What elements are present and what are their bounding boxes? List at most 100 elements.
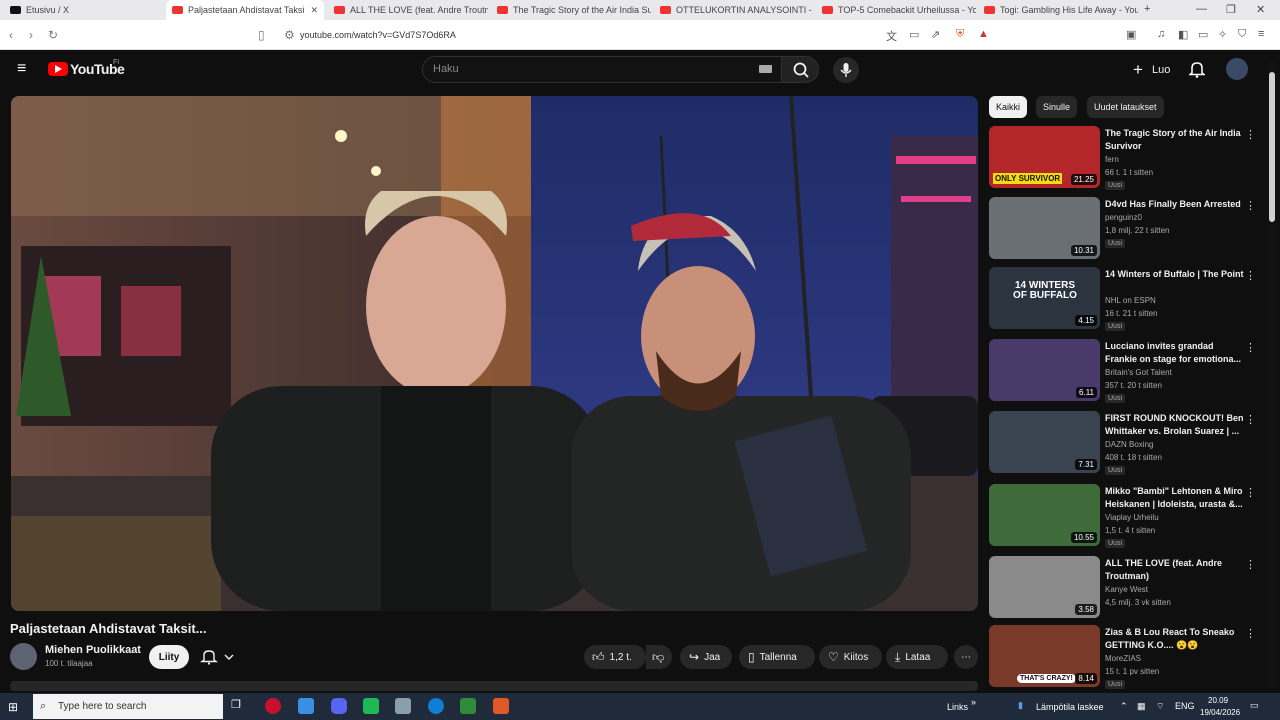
task-view-icon[interactable]: ❐ [231, 698, 247, 714]
rec-channel[interactable]: MoreZIAS [1105, 654, 1141, 663]
create-button[interactable]: Luo [1152, 64, 1170, 76]
panel-icon[interactable]: ◧ [1178, 28, 1188, 41]
site-info-icon[interactable]: ⚙ [284, 28, 295, 42]
list-item[interactable]: ONLY SURVIVOR 21.25 The Tragic Story of … [989, 126, 1265, 190]
chip-for-you[interactable]: Sinulle [1036, 96, 1078, 118]
weather-text[interactable]: Lämpötila laskee [1036, 702, 1104, 712]
edge-icon[interactable] [428, 698, 444, 714]
list-item[interactable]: 10.55 Mikko "Bambi" Lehtonen & Miro Heis… [989, 484, 1265, 548]
subscription-bell-button[interactable] [197, 645, 243, 669]
app-green-icon[interactable] [363, 698, 379, 714]
rec-title[interactable]: Mikko "Bambi" Lehtonen & Miro Heiskanen … [1105, 485, 1245, 510]
download-button[interactable]: ⤓ Lataa [886, 645, 948, 669]
rec-channel[interactable]: Kanye West [1105, 585, 1148, 594]
list-item[interactable]: 14 WINTERS OF BUFFALO 4.15 14 Winters of… [989, 267, 1265, 331]
network-icon[interactable]: ▦ [1137, 701, 1146, 712]
list-item[interactable]: 10.31 D4vd Has Finally Been Arrested pen… [989, 197, 1265, 261]
forward-icon[interactable]: › [29, 28, 33, 42]
description-box[interactable] [10, 681, 978, 691]
tab-ottelukortin[interactable]: OTTELUKORTIN ANALYSOINTI - YouT... [654, 0, 814, 20]
video-thumbnail[interactable]: THAT'S CRAZY! 8.14 [989, 625, 1100, 687]
more-options-icon[interactable]: ⋮ [1245, 413, 1256, 426]
more-actions-button[interactable]: ⋯ [954, 645, 978, 669]
chip-all[interactable]: Kaikki [989, 96, 1028, 118]
tab-all-the-love[interactable]: ALL THE LOVE (feat. Andre Troutman ... [328, 0, 488, 20]
list-item[interactable]: 6.11 Lucciano invites grandad Frankie on… [989, 339, 1265, 403]
cast-icon[interactable]: ▭ [909, 28, 919, 41]
windows-start-icon[interactable]: ⊞ [8, 700, 18, 714]
video-thumbnail[interactable]: 3.58 [989, 556, 1100, 618]
channel-avatar[interactable] [10, 643, 37, 670]
more-options-icon[interactable]: ⋮ [1245, 558, 1256, 571]
close-tab-icon[interactable]: ✕ [304, 5, 318, 16]
join-button[interactable]: Liity [149, 645, 189, 669]
keyboard-icon[interactable] [759, 65, 772, 73]
more-options-icon[interactable]: ⋮ [1245, 486, 1256, 499]
bookmark-icon[interactable]: ▯ [258, 28, 265, 42]
chip-new-uploads[interactable]: Uudet lataukset [1087, 96, 1164, 118]
like-button[interactable]: 👍︎ 1,2 t. [584, 645, 646, 669]
chevron-icon[interactable]: » [971, 697, 976, 707]
scrollbar-thumb[interactable] [1269, 72, 1275, 222]
notifications-bell-icon[interactable] [1187, 60, 1207, 83]
tab-air-india[interactable]: The Tragic Story of the Air India Surv..… [491, 0, 651, 20]
brave-shield-icon[interactable]: ⛨ [956, 28, 964, 41]
search-input[interactable] [422, 56, 782, 83]
rec-title[interactable]: ALL THE LOVE (feat. Andre Troutman) [1105, 557, 1245, 582]
menu-icon[interactable]: ≡ [1258, 28, 1264, 40]
clock-date[interactable]: 19/04/2026 [1200, 708, 1240, 717]
more-options-icon[interactable]: ⋮ [1245, 341, 1256, 354]
channel-name[interactable]: Miehen Puolikkaat [45, 644, 141, 656]
rec-channel[interactable]: DAZN Boxing [1105, 440, 1153, 449]
tab-top5[interactable]: TOP-5 Comebackit Urheilussa - YouT... [816, 0, 976, 20]
rec-channel[interactable]: Viaplay Urheilu [1105, 513, 1159, 522]
clock-time[interactable]: 20.09 [1208, 696, 1228, 705]
brave-rewards-icon[interactable]: ▲ [978, 28, 989, 40]
rec-title[interactable]: 14 Winters of Buffalo | The Point [1105, 268, 1245, 281]
wallet-icon[interactable]: ▭ [1198, 28, 1208, 41]
list-item[interactable]: 7.31 FIRST ROUND KNOCKOUT! Ben Whittaker… [989, 411, 1265, 475]
rec-title[interactable]: D4vd Has Finally Been Arrested [1105, 198, 1245, 211]
video-thumbnail[interactable]: 10.31 [989, 197, 1100, 259]
vpn-icon[interactable]: ⛉ [1238, 28, 1246, 41]
rec-channel[interactable]: fern [1105, 155, 1119, 164]
app-play-icon[interactable] [460, 698, 476, 714]
opera-icon[interactable] [265, 698, 281, 714]
extensions-icon[interactable]: ✧ [1218, 28, 1227, 41]
hamburger-menu-icon[interactable]: ≡ [17, 60, 26, 78]
rec-title[interactable]: Zias & B Lou React To Sneako GETTING K.O… [1105, 626, 1245, 651]
minimize-icon[interactable]: — [1196, 3, 1207, 15]
rec-title[interactable]: FIRST ROUND KNOCKOUT! Ben Whittaker vs. … [1105, 412, 1245, 437]
video-thumbnail[interactable]: 7.31 [989, 411, 1100, 473]
save-button[interactable]: ▯ Tallenna [739, 645, 815, 669]
thanks-button[interactable]: ♡ Kiitos [819, 645, 882, 669]
video-thumbnail[interactable]: 6.11 [989, 339, 1100, 401]
share-icon[interactable]: ⇗ [931, 28, 940, 41]
tab-active-video[interactable]: Paljastetaan Ahdistavat Taksit - ... ✕ [166, 0, 324, 20]
tab-togi[interactable]: Togi: Gambling His Life Away - YouT... [978, 0, 1138, 20]
reload-icon[interactable]: ↻ [48, 28, 58, 42]
rec-title[interactable]: The Tragic Story of the Air India Surviv… [1105, 127, 1245, 152]
tab-x[interactable]: Etusivu / X [4, 0, 162, 20]
language-indicator[interactable]: ENG [1175, 701, 1195, 711]
video-player[interactable] [11, 96, 978, 611]
dislike-button[interactable]: 👎︎ [646, 645, 672, 669]
rec-title[interactable]: Lucciano invites grandad Frankie on stag… [1105, 340, 1245, 365]
rec-channel[interactable]: penguinz0 [1105, 213, 1142, 222]
voice-search-button[interactable] [833, 57, 859, 83]
notifications-icon[interactable]: ▭ [1250, 700, 1259, 711]
more-options-icon[interactable]: ⋮ [1245, 627, 1256, 640]
more-options-icon[interactable]: ⋮ [1245, 269, 1256, 282]
video-thumbnail[interactable]: 14 WINTERS OF BUFFALO 4.15 [989, 267, 1100, 329]
media-icon[interactable]: ♫ [1157, 28, 1165, 40]
wifi-icon[interactable]: ⌔ [1156, 701, 1164, 712]
create-plus-icon[interactable]: + [1133, 60, 1143, 80]
app-shield-icon[interactable] [395, 698, 411, 714]
rec-channel[interactable]: NHL on ESPN [1105, 296, 1156, 305]
list-item[interactable]: 3.58 ALL THE LOVE (feat. Andre Troutman)… [989, 556, 1265, 620]
brave-icon[interactable] [493, 698, 509, 714]
close-window-icon[interactable]: ✕ [1256, 3, 1265, 16]
video-thumbnail[interactable]: 10.55 [989, 484, 1100, 546]
search-button[interactable] [781, 56, 819, 83]
list-item[interactable]: THAT'S CRAZY! 8.14 Zias & B Lou React To… [989, 625, 1265, 689]
